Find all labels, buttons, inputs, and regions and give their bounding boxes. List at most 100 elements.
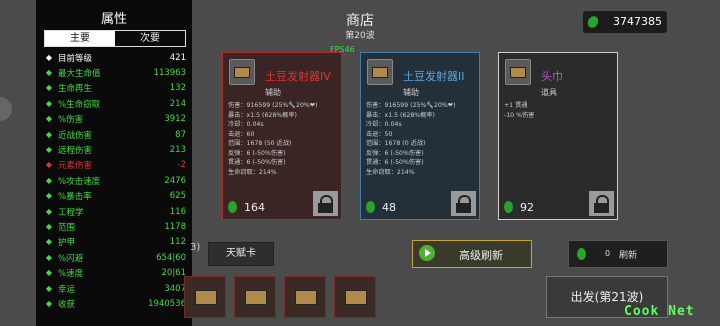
shop-title: 商店	[346, 13, 374, 29]
advanced-reroll-label: 高级刷新	[459, 249, 503, 262]
stat-label: %攻击速度	[58, 176, 101, 187]
wave-label: 第20波	[345, 31, 375, 41]
stat-value: 112	[169, 237, 186, 248]
speed-icon: ◆	[45, 268, 53, 278]
hidden-button-label[interactable]: 3)	[190, 242, 200, 253]
material-icon	[366, 201, 375, 213]
item-stat-line: +1 贯通	[504, 102, 528, 109]
stat-label: %速度	[58, 269, 84, 280]
stat-list: ◆ 目前等级 421 ◆ 最大生命值 113963 ◆ 生命再生 132 ◆ %生命窃取 214 ◆ %伤…	[44, 50, 186, 312]
crit-icon: ◆	[45, 191, 53, 201]
item-name: 土豆发射器IV	[265, 70, 331, 83]
item-price: 48	[382, 201, 396, 214]
shop-item-card[interactable]: 土豆发射器IV 辅助伤害：916599 (25%🔧20%❤) 暴击：x1.5 (62…	[222, 52, 342, 220]
luck-icon: ◆	[45, 283, 53, 293]
attack-speed-icon: ◆	[45, 175, 53, 185]
item-stats: 伤害：916599 (25%🔧20%❤) 暴击：x1.5 (628%概率) 冷却：0…	[228, 101, 317, 177]
weapon-slot[interactable]	[234, 276, 276, 318]
stat-row: ◆ %暴击率 625	[44, 189, 186, 204]
stat-value: 87	[175, 129, 186, 140]
item-stat-line: 贯通：6 (-50%伤害)	[228, 159, 286, 166]
stats-panel: 属性 主要 次要 ◆ 目前等级 421 ◆ 最大生命值 113963 ◆ 生命再生 132 ◆ %生…	[36, 0, 192, 326]
weapon-slot[interactable]	[284, 276, 326, 318]
stat-value: 625	[169, 191, 186, 202]
element-icon: ◆	[45, 160, 53, 170]
item-stat-line: 冷却：0.04s	[228, 121, 264, 128]
stat-row: ◆ 最大生命值 113963	[44, 65, 186, 80]
damage-icon: ◆	[45, 114, 53, 124]
refresh-button[interactable]: 0 刷新	[568, 240, 668, 268]
weapon-slot[interactable]	[184, 276, 226, 318]
item-name: 头巾	[541, 70, 563, 83]
stats-title: 属性	[100, 12, 127, 27]
stat-row: ◆ 范围 1178	[44, 219, 186, 234]
stat-row: ◆ %攻击速度 2476	[44, 173, 186, 188]
harvest-icon: ◆	[45, 298, 53, 308]
lock-icon[interactable]	[451, 191, 476, 216]
stat-label: 工程学	[58, 207, 84, 218]
stat-value: 116	[169, 206, 186, 217]
item-stat-line: 范围：1678 (50 近战)	[228, 140, 292, 147]
heart-icon: ◆	[45, 68, 53, 78]
engineering-icon: ◆	[45, 206, 53, 216]
shop-item-card[interactable]: 头巾道具 +1 贯通 -10 %伤害 92	[498, 52, 618, 220]
stat-label: 远程伤害	[58, 146, 93, 157]
level-icon: ◆	[45, 52, 53, 62]
item-name: 土豆发射器II	[403, 70, 465, 83]
stat-label: 元素伤害	[58, 161, 93, 172]
talent-card-button[interactable]: 天赋卡	[208, 242, 274, 266]
stat-row: ◆ 幸运 3407	[44, 281, 186, 296]
stat-row: ◆ 近战伤害 87	[44, 127, 186, 142]
item-stat-line: 生命窃取：214%	[228, 168, 277, 176]
stat-value: 214	[169, 98, 186, 109]
item-stat-line: 击退：50	[366, 130, 393, 138]
lock-icon[interactable]	[589, 191, 614, 216]
tab-secondary[interactable]: 次要	[115, 31, 185, 46]
stat-label: %暴击率	[58, 192, 92, 203]
watermark: Cook Net	[624, 304, 695, 319]
stat-row: ◆ 工程学 116	[44, 204, 186, 219]
regen-icon: ◆	[45, 83, 53, 93]
buy-button[interactable]: 164	[224, 197, 284, 218]
item-stat-line: 伤害：916599 (25%🔧20%❤)	[366, 102, 456, 109]
stat-row: ◆ 元素伤害 -2	[44, 158, 186, 173]
item-stat-line: 生命窃取：214%	[366, 168, 415, 176]
stat-value: 113963	[153, 68, 186, 79]
lock-icon[interactable]	[313, 191, 338, 216]
buy-button[interactable]: 48	[362, 197, 422, 218]
material-icon	[577, 248, 586, 260]
material-icon	[228, 201, 237, 213]
currency-display: 3747385	[583, 11, 667, 33]
item-stat-line: 冷却：0.04s	[366, 121, 402, 128]
item-stat-line: 范围：1678 (0 近战)	[366, 140, 426, 147]
stat-row: ◆ 收获 1940536	[44, 296, 186, 311]
ranged-icon: ◆	[45, 145, 53, 155]
item-type: 道具	[541, 88, 557, 97]
tab-primary[interactable]: 主要	[45, 31, 115, 46]
shop-item-card[interactable]: 土豆发射器II 辅助 伤害：916599 (25%🔧20%❤) 暴击：x1.5 (62…	[360, 52, 480, 220]
stat-label: 生命再生	[58, 84, 93, 95]
item-stat-line: -10 %伤害	[504, 111, 535, 119]
stat-value: 132	[169, 83, 186, 94]
side-drawer-handle[interactable]	[0, 97, 12, 121]
stat-value: 3407	[164, 283, 186, 294]
advanced-reroll-button[interactable]: 高级刷新	[412, 240, 532, 268]
item-stats: 伤害：916599 (25%🔧20%❤) 暴击：x1.5 (628%概率) 冷却：0…	[366, 101, 455, 177]
material-icon	[585, 14, 601, 30]
stat-row: ◆ 远程伤害 213	[44, 142, 186, 157]
item-price: 164	[244, 201, 265, 214]
item-stat-line: 反弹：6 (-50%伤害)	[366, 149, 424, 157]
stat-value: 421	[169, 52, 186, 63]
stat-label: 目前等级	[58, 53, 93, 64]
stat-row: ◆ %闪避 654|60	[44, 250, 186, 265]
stat-row: ◆ 护甲 112	[44, 235, 186, 250]
item-stat-line: 反弹：6 (-50%伤害)	[228, 149, 286, 157]
weapon-slot[interactable]	[334, 276, 376, 318]
item-stat-line: 击退：60	[228, 130, 255, 138]
stat-row: ◆ 目前等级 421	[44, 50, 186, 65]
lifesteal-icon: ◆	[45, 98, 53, 108]
item-image	[505, 59, 531, 85]
stat-label: 护甲	[58, 238, 76, 249]
buy-button[interactable]: 92	[500, 197, 560, 218]
item-type: 辅助	[265, 88, 281, 97]
